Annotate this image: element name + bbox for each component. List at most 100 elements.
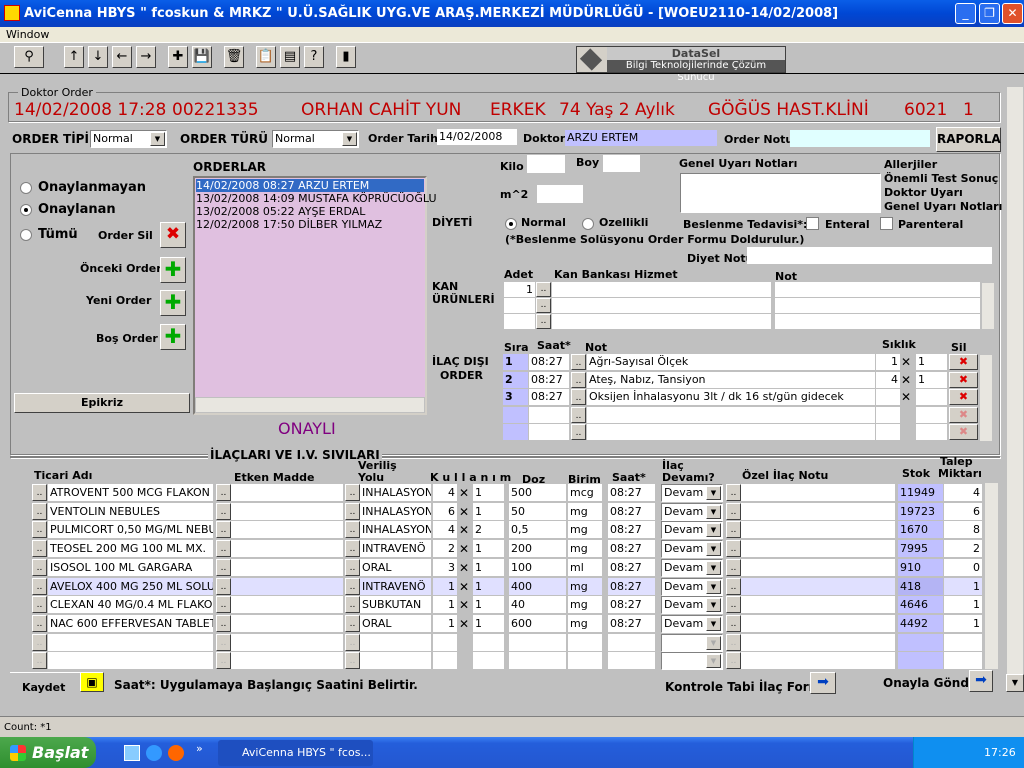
birim-cell[interactable] <box>568 652 602 670</box>
media-player-icon[interactable] <box>168 745 184 761</box>
saat-cell[interactable]: 08:27 <box>529 389 569 405</box>
ozel-not-cell[interactable] <box>741 596 895 614</box>
exit-door-button[interactable]: ▮ <box>336 46 356 68</box>
kullanim-period-cell[interactable] <box>473 633 504 651</box>
ticari-cell[interactable] <box>48 652 213 670</box>
kullanim-count-cell[interactable]: 1 <box>433 596 457 614</box>
kullanim-count-cell[interactable]: 2 <box>433 540 457 558</box>
etken-cell[interactable] <box>231 633 343 651</box>
yolu-lookup-button[interactable]: .. <box>345 558 360 576</box>
kullanim-period-cell[interactable]: 1 <box>473 558 504 576</box>
yolu-cell[interactable]: INHALASYON <box>360 502 431 520</box>
ticari-lookup-button[interactable]: .. <box>32 577 47 595</box>
order-sil-button[interactable]: ✖ <box>160 222 186 248</box>
devam-select[interactable]: Devam ▼ <box>661 502 723 521</box>
yolu-cell[interactable]: INTRAVENÖ <box>360 540 431 558</box>
talep-cell[interactable]: 2 <box>944 540 982 558</box>
not-cell[interactable]: Oksijen İnhalasyonu 3lt / dk 16 st/gün g… <box>587 389 875 405</box>
kullanim-period-cell[interactable]: 1 <box>473 484 504 501</box>
devam-select[interactable]: Devam ▼ <box>661 558 723 577</box>
nondrug-scrollbar[interactable] <box>979 354 993 442</box>
doz-cell[interactable]: 40 <box>509 596 566 614</box>
saat-cell[interactable]: 08:27 <box>608 540 655 558</box>
delete-row-button[interactable]: ✖ <box>949 354 978 370</box>
ticari-lookup-button[interactable]: .. <box>32 633 47 651</box>
devam-select[interactable]: ▼ <box>661 652 723 671</box>
onceki-order-button[interactable]: ✚ <box>160 257 186 283</box>
ticari-cell[interactable]: NAC 600 EFFERVESAN TABLET <box>48 614 213 632</box>
ticari-cell[interactable]: VENTOLIN NEBULES <box>48 502 213 520</box>
taskbar-task-avicenna[interactable]: AviCenna HBYS " fcos... <box>218 740 373 766</box>
kullanim-period-cell[interactable]: 2 <box>473 521 504 539</box>
not-lookup-button[interactable]: .. <box>571 354 586 370</box>
ticari-cell[interactable] <box>48 633 213 651</box>
new-document-button[interactable]: ✚ <box>168 46 188 68</box>
etken-cell[interactable] <box>231 484 343 501</box>
ozel-not-cell[interactable] <box>741 540 895 558</box>
trash-button[interactable]: 🗑 <box>224 46 244 68</box>
save-button[interactable]: 💾 <box>192 46 212 68</box>
yolu-cell[interactable] <box>360 652 431 670</box>
saat-cell[interactable]: 08:27 <box>608 521 655 539</box>
doz-cell[interactable]: 600 <box>509 614 566 632</box>
ticari-lookup-button[interactable]: .. <box>32 558 47 576</box>
report-button[interactable]: ▤ <box>280 46 300 68</box>
kan-lookup-button[interactable]: .. <box>536 314 551 329</box>
ozel-not-lookup-button[interactable]: .. <box>726 652 741 670</box>
drug-scrollbar[interactable] <box>984 482 999 670</box>
not-cell[interactable] <box>587 424 875 440</box>
saat-cell[interactable]: 08:27 <box>529 354 569 370</box>
internet-explorer-icon[interactable] <box>146 745 162 761</box>
ozel-not-lookup-button[interactable]: .. <box>726 633 741 651</box>
doz-cell[interactable] <box>509 633 566 651</box>
order-turu-select[interactable]: Normal ▼ <box>272 130 359 148</box>
kan-lookup-button[interactable]: .. <box>536 282 551 297</box>
parenteral-checkbox[interactable] <box>880 217 893 230</box>
birim-cell[interactable]: mg <box>568 502 602 520</box>
etken-lookup-button[interactable]: .. <box>216 484 231 501</box>
m2-input[interactable] <box>537 185 583 203</box>
ticari-cell[interactable]: CLEXAN 40 MG/0.4 ML FLAKON <box>48 596 213 614</box>
doz-cell[interactable]: 400 <box>509 577 566 595</box>
yolu-lookup-button[interactable]: .. <box>345 614 360 632</box>
ozel-not-lookup-button[interactable]: .. <box>726 540 741 558</box>
filter-radio-2[interactable] <box>20 229 32 241</box>
query-button[interactable]: ⚲ <box>14 46 44 68</box>
etken-lookup-button[interactable]: .. <box>216 558 231 576</box>
boy-input[interactable] <box>603 155 640 172</box>
siklik-count-cell[interactable] <box>876 424 900 440</box>
restore-button[interactable]: ❐ <box>979 3 1000 24</box>
doz-cell[interactable]: 500 <box>509 484 566 501</box>
kan-not-cell[interactable] <box>775 282 980 297</box>
show-desktop-icon[interactable] <box>124 745 140 761</box>
ozel-not-cell[interactable] <box>741 577 895 595</box>
etken-lookup-button[interactable]: .. <box>216 596 231 614</box>
orders-list[interactable]: 14/02/2008 08:27 ARZU ERTEM 13/02/2008 14… <box>193 176 437 415</box>
kaydet-tab[interactable]: Kaydet <box>10 672 80 694</box>
yolu-lookup-button[interactable]: .. <box>345 633 360 651</box>
talep-cell[interactable] <box>944 633 982 651</box>
etken-cell[interactable] <box>231 596 343 614</box>
siklik-count-cell[interactable] <box>876 389 900 405</box>
ticari-lookup-button[interactable]: .. <box>32 652 47 670</box>
enteral-checkbox[interactable] <box>806 217 819 230</box>
order-list-item[interactable]: 13/02/2008 14:09 MUSTAFA KÖPRÜCÜOĞLU <box>196 192 437 205</box>
yolu-cell[interactable]: SUBKUTAN <box>360 596 431 614</box>
saat-cell[interactable]: 08:27 <box>608 484 655 501</box>
yolu-cell[interactable]: ORAL <box>360 558 431 576</box>
raporla-button[interactable]: RAPORLA <box>936 127 1001 152</box>
kullanim-period-cell[interactable]: 1 <box>473 502 504 520</box>
ticari-lookup-button[interactable]: .. <box>32 502 47 520</box>
diet-normal-radio[interactable] <box>505 218 517 230</box>
yolu-lookup-button[interactable]: .. <box>345 540 360 558</box>
yolu-lookup-button[interactable]: .. <box>345 577 360 595</box>
kullanim-count-cell[interactable]: 4 <box>433 521 457 539</box>
kullanim-count-cell[interactable]: 1 <box>433 614 457 632</box>
ticari-lookup-button[interactable]: .. <box>32 614 47 632</box>
etken-lookup-button[interactable]: .. <box>216 521 231 539</box>
etken-lookup-button[interactable]: .. <box>216 577 231 595</box>
birim-cell[interactable]: mg <box>568 577 602 595</box>
kan-lookup-button[interactable]: .. <box>536 298 551 313</box>
kullanim-count-cell[interactable]: 6 <box>433 502 457 520</box>
main-vertical-scrollbar[interactable] <box>1006 86 1024 692</box>
